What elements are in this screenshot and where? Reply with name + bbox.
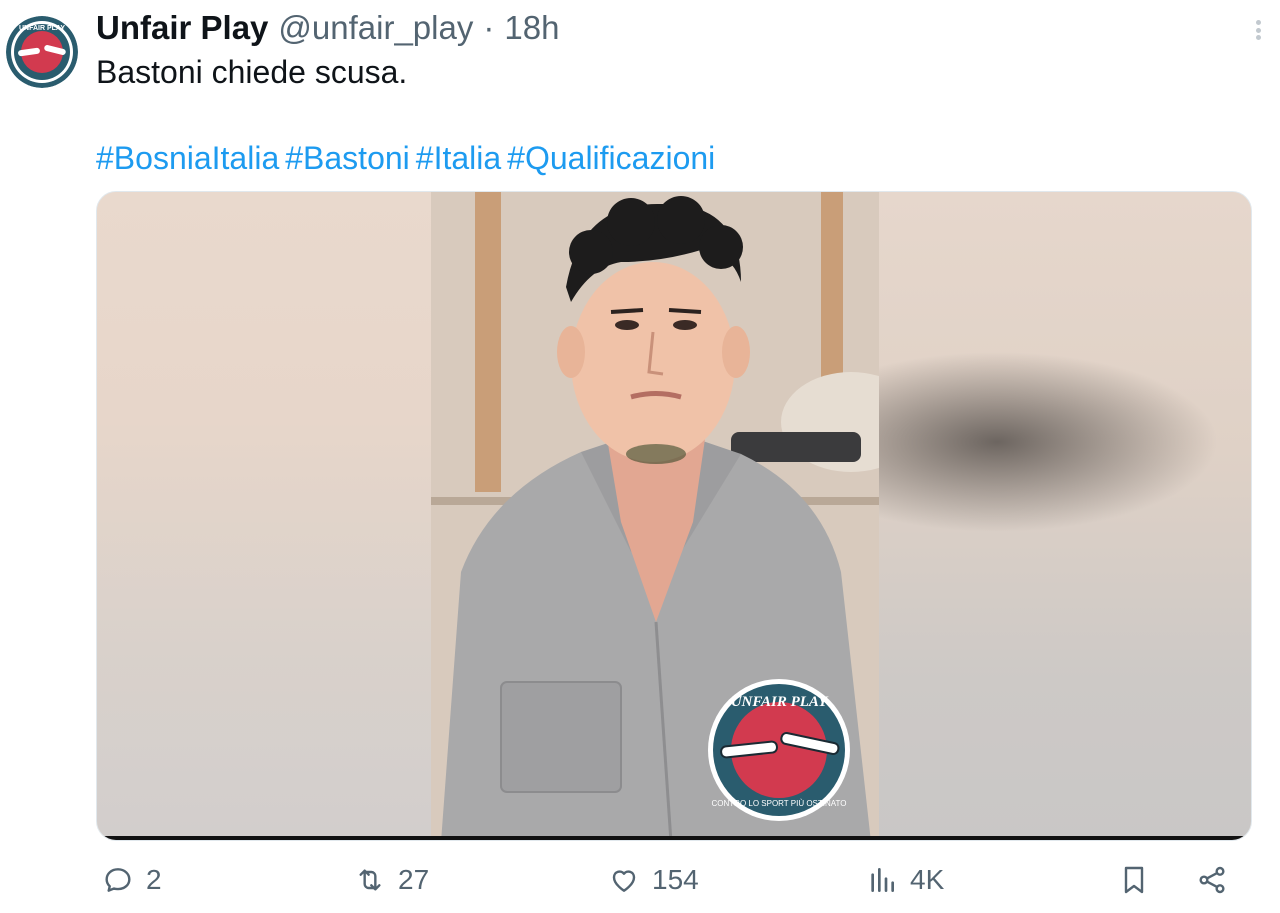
tweet[interactable]: UNFAIR PLAY Unfair Play @unfair_play · 1… bbox=[0, 0, 1280, 913]
more-options-icon[interactable] bbox=[1250, 16, 1266, 44]
view-count: 4K bbox=[910, 864, 945, 895]
hashtag-link[interactable]: #Bastoni bbox=[285, 140, 410, 176]
like-count: 154 bbox=[652, 864, 699, 895]
video-progress-bar[interactable] bbox=[97, 836, 1251, 840]
heart-icon bbox=[612, 870, 636, 892]
watermark-logo-icon: UNFAIR PLAY CONTRO LO SPORT PIÙ OSTINATO bbox=[708, 679, 850, 821]
tweet-time[interactable]: 18h bbox=[504, 9, 559, 47]
avatar-logo-text: UNFAIR PLAY bbox=[19, 25, 65, 32]
bookmark-button[interactable] bbox=[1118, 858, 1150, 902]
repost-count: 27 bbox=[398, 864, 430, 895]
analytics-icon bbox=[871, 868, 894, 892]
blurred-background-left bbox=[97, 192, 431, 840]
hashtag-link[interactable]: #Qualificazioni bbox=[507, 140, 715, 176]
watermark-subtitle: CONTRO LO SPORT PIÙ OSTINATO bbox=[712, 799, 847, 808]
reply-icon bbox=[105, 868, 131, 892]
share-button[interactable] bbox=[1196, 858, 1228, 902]
repost-button[interactable]: 27 bbox=[354, 858, 429, 902]
bookmark-icon bbox=[1124, 866, 1144, 894]
author-name[interactable]: Unfair Play bbox=[96, 9, 268, 47]
media-video[interactable]: UNFAIR PLAY CONTRO LO SPORT PIÙ OSTINATO bbox=[96, 191, 1252, 841]
tweet-text: Bastoni chiede scusa. bbox=[96, 54, 408, 90]
action-bar: 2 27 154 4K bbox=[96, 858, 1236, 902]
hashtag-link[interactable]: #Italia bbox=[416, 140, 501, 176]
separator-dot: · bbox=[483, 9, 495, 46]
share-icon bbox=[1199, 866, 1225, 894]
reply-count: 2 bbox=[146, 864, 162, 895]
tweet-header: Unfair Play @unfair_play · 18h bbox=[96, 8, 559, 48]
blurred-background-right bbox=[877, 192, 1251, 840]
like-button[interactable]: 154 bbox=[608, 858, 699, 902]
hashtag-list: #BosniaItalia #Bastoni #Italia #Qualificazi… bbox=[96, 138, 721, 178]
author-handle[interactable]: @unfair_play bbox=[278, 9, 473, 47]
video-frame[interactable]: UNFAIR PLAY CONTRO LO SPORT PIÙ OSTINATO bbox=[431, 192, 879, 840]
reply-button[interactable]: 2 bbox=[102, 858, 162, 902]
repost-icon bbox=[359, 869, 381, 891]
hashtag-link[interactable]: #BosniaItalia bbox=[96, 140, 279, 176]
watermark-title: UNFAIR PLAY bbox=[731, 694, 829, 710]
avatar[interactable]: UNFAIR PLAY bbox=[6, 16, 78, 88]
unfair-play-logo-icon: UNFAIR PLAY bbox=[6, 16, 78, 88]
views-button[interactable]: 4K bbox=[866, 858, 944, 902]
